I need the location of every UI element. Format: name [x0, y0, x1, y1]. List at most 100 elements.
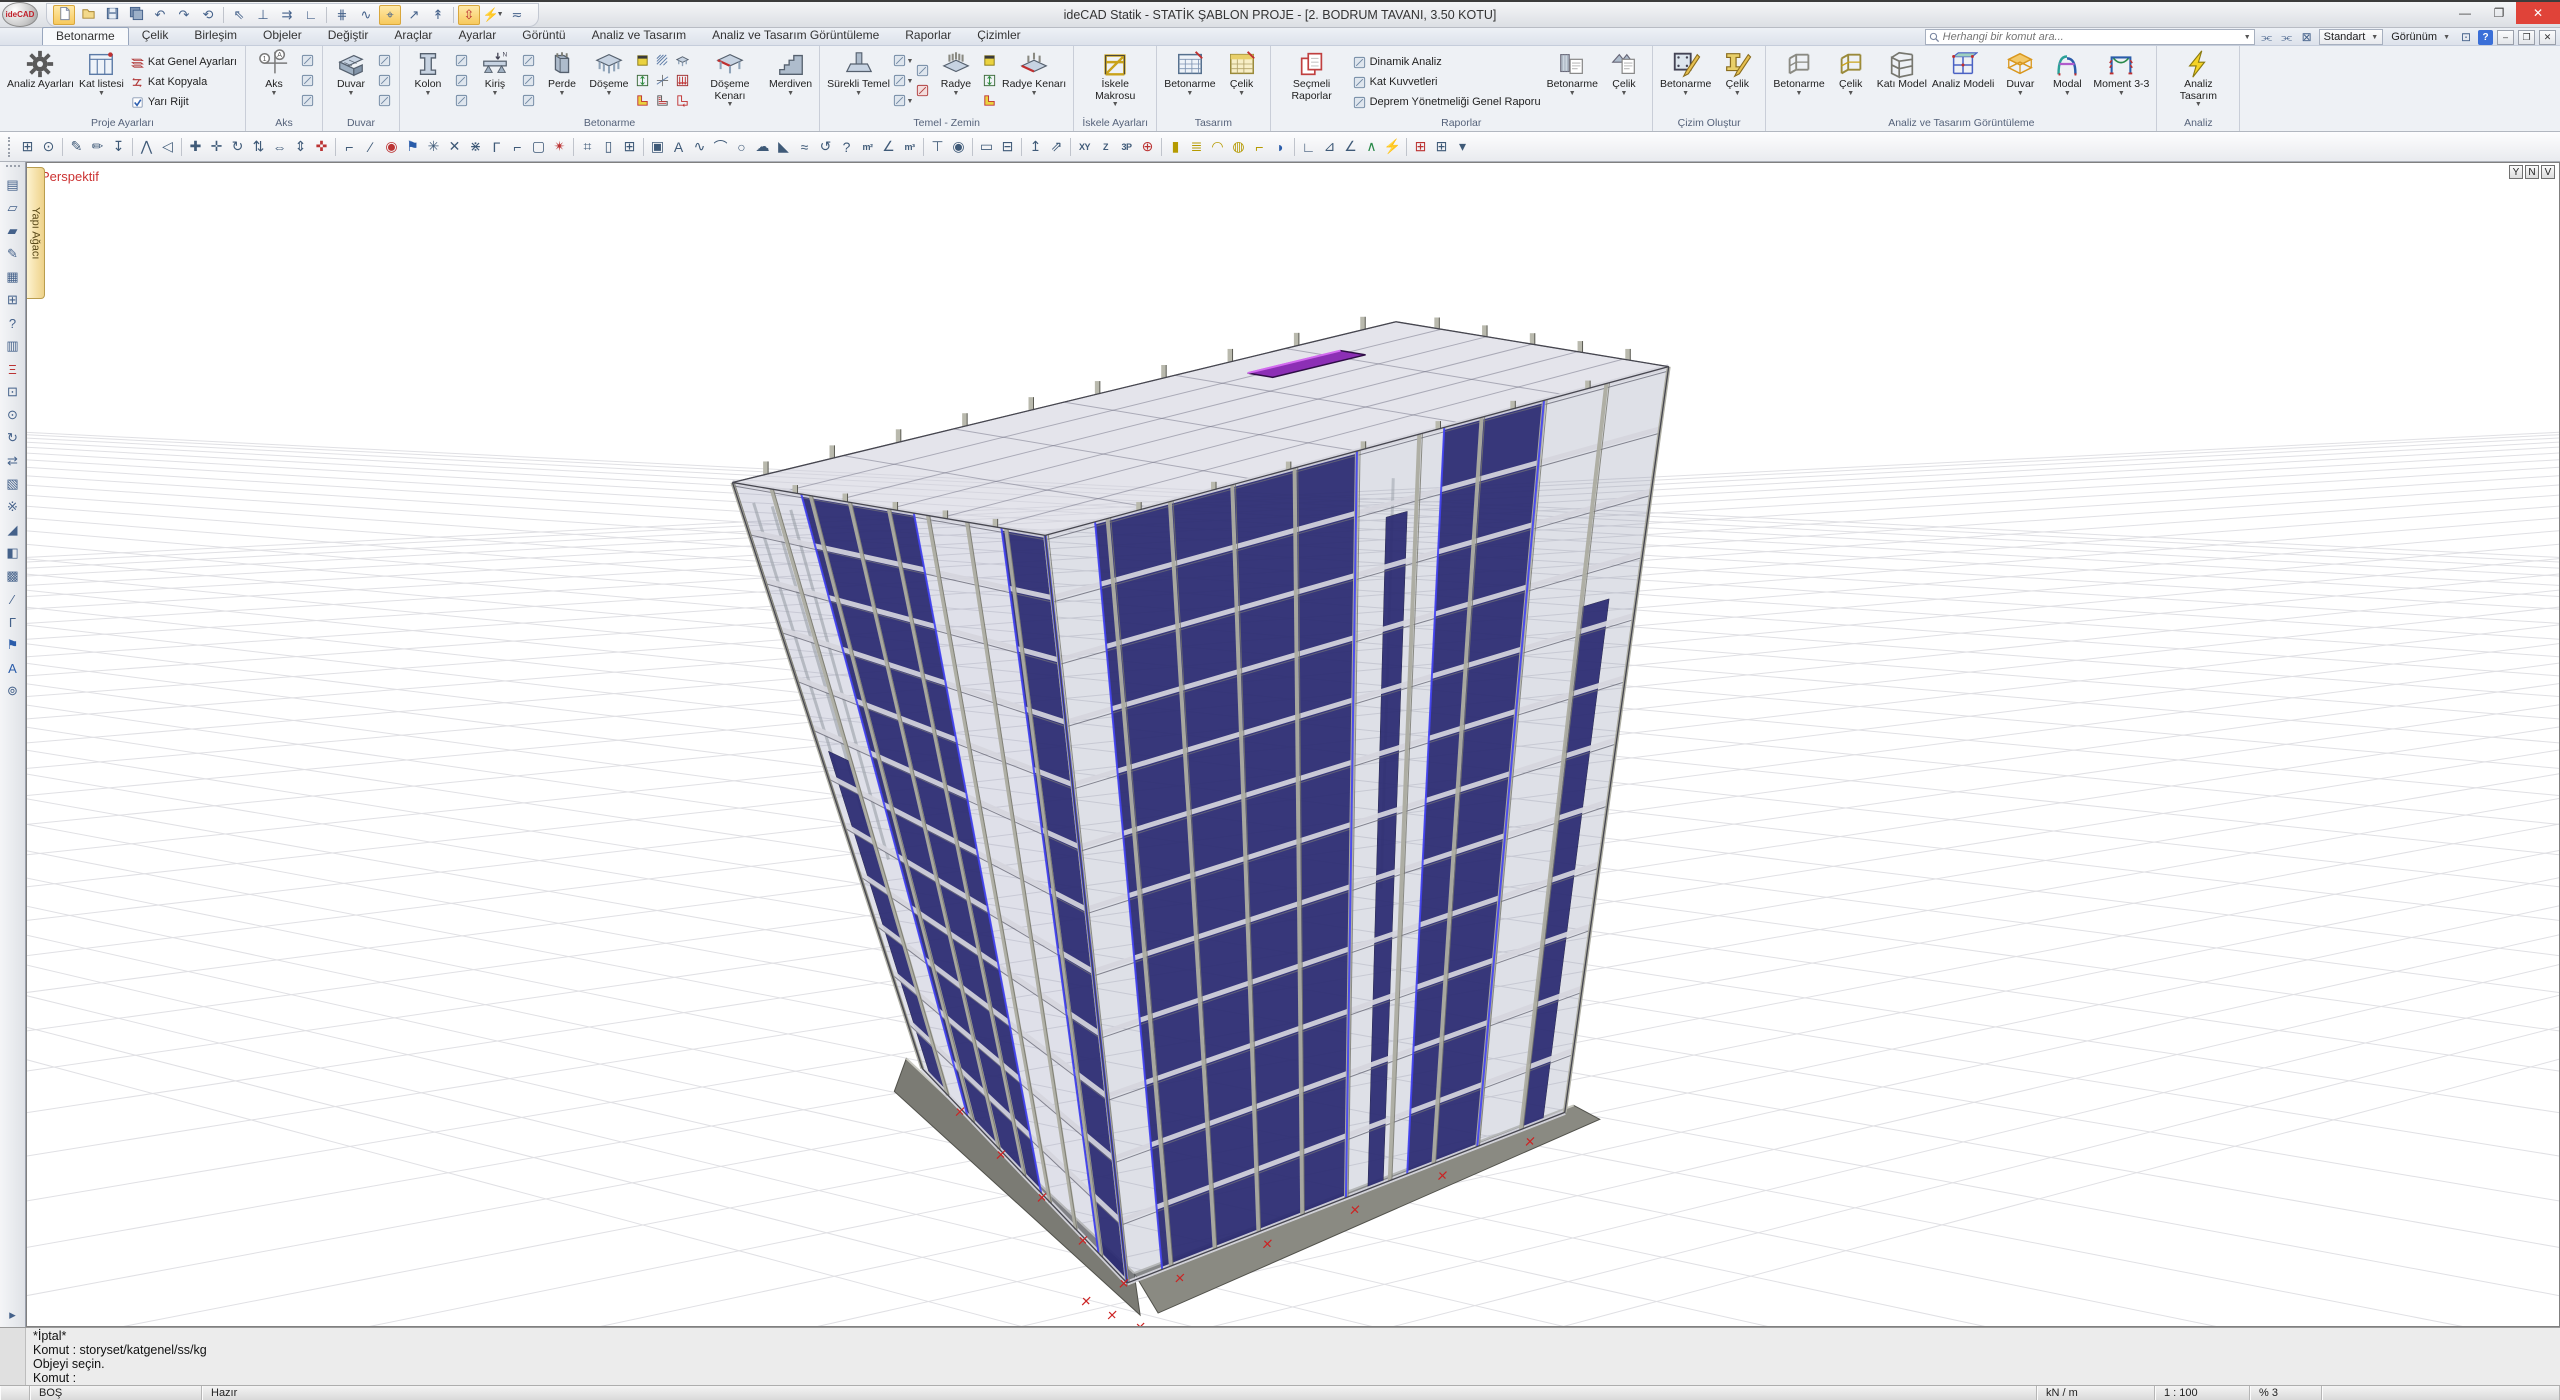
pick-note-tool-button[interactable]: ↧: [108, 135, 129, 159]
diagonal-tool-button[interactable]: ∕: [2, 588, 24, 610]
snap-parallel-button[interactable]: ⇉: [276, 5, 298, 25]
capital-column-button[interactable]: [452, 93, 471, 112]
save-all-button[interactable]: [125, 5, 147, 25]
break-tool-button[interactable]: ✕: [444, 135, 465, 159]
mat-span-button[interactable]: [980, 73, 999, 92]
query-measure-button[interactable]: ?: [2, 312, 24, 334]
curve-tool-button[interactable]: ∧: [1361, 135, 1382, 159]
tab-analiz-ve-tasar-m-g-r-nt-leme[interactable]: Analiz ve Tasarım Görüntüleme: [699, 27, 892, 45]
find-objects-button[interactable]: ⊚: [2, 680, 24, 702]
secmeli-raporlar-button[interactable]: Seçmeli Raporlar: [1276, 48, 1348, 116]
tasarim-betonarme-button[interactable]: Betonarme▼: [1162, 48, 1217, 116]
measure-tool-button[interactable]: ✎: [66, 135, 87, 159]
ucs-move-tool-button[interactable]: ↥: [1025, 135, 1046, 159]
iskele-makrosu-button[interactable]: İskele Makrosu▼: [1079, 48, 1151, 116]
duvar-button[interactable]: Duvar▼: [328, 48, 374, 116]
open-file-button[interactable]: [77, 5, 99, 25]
slope-tool-button[interactable]: ◢: [2, 519, 24, 541]
new-file-button[interactable]: [53, 5, 75, 25]
modal-button[interactable]: Modal▼: [2044, 48, 2090, 116]
snap-ortho-button[interactable]: ∟: [300, 5, 322, 25]
slab-canopy-button[interactable]: [673, 52, 692, 71]
goruntule-celik-button[interactable]: Çelik▼: [1828, 48, 1874, 116]
arc-orient-tool-button[interactable]: ◁: [157, 135, 178, 159]
angle-tool-button[interactable]: ∠: [878, 135, 899, 159]
arc-axis-button[interactable]: [298, 53, 317, 72]
snap-perpendicular-button[interactable]: ⊥: [252, 5, 274, 25]
l-footing-button[interactable]: [913, 63, 932, 82]
trim-tool-button[interactable]: ⌐: [339, 135, 360, 159]
compass-tool-button[interactable]: ⋀: [136, 135, 157, 159]
tasarim-celik-button[interactable]: Çelik▼: [1219, 48, 1265, 116]
analysis-run-tool-button[interactable]: ⚡: [1382, 135, 1403, 159]
rotate-tool-button[interactable]: ↻: [227, 135, 248, 159]
coord-origin-tool-button[interactable]: ⊕: [1137, 135, 1158, 159]
table-select-button[interactable]: ⊞: [2, 289, 24, 311]
arc-tool-button[interactable]: ⌒: [710, 135, 731, 159]
quick-analysis-button[interactable]: ⚡▼: [482, 5, 504, 25]
pile-foundation-button[interactable]: ▼: [893, 73, 912, 92]
coord-z-tool-button[interactable]: Z: [1095, 135, 1116, 159]
align-tool-button[interactable]: ⇅: [248, 135, 269, 159]
section-copy-button[interactable]: Ξ: [2, 358, 24, 380]
report-view-button[interactable]: ▥: [2, 335, 24, 357]
show-domes-tool-button[interactable]: ◠: [1207, 135, 1228, 159]
slab-span-button[interactable]: [633, 72, 652, 91]
line-axis-button[interactable]: [298, 93, 317, 112]
slab-display-button[interactable]: ▩: [2, 565, 24, 587]
table-tool-button[interactable]: ⊞: [1431, 135, 1452, 159]
slab-drop-button[interactable]: [673, 92, 692, 111]
query-tool-button[interactable]: ?: [836, 135, 857, 159]
show-corners-tool-button[interactable]: ⌐: [1249, 135, 1270, 159]
object-properties-button[interactable]: ▤: [2, 174, 24, 196]
lefttoolbar-expand-button[interactable]: ▸: [2, 1304, 24, 1326]
duvar-goruntule-button[interactable]: Duvar▼: [1997, 48, 2043, 116]
intersect-tool-button[interactable]: ⋇: [465, 135, 486, 159]
kat-kopyala-button[interactable]: Kat Kopyala: [127, 73, 240, 92]
app-logo[interactable]: ideCAD: [2, 2, 38, 27]
analiz-tasarim-button[interactable]: Analiz Tasarım▼: [2162, 48, 2234, 116]
radye-button[interactable]: Radye▼: [933, 48, 979, 116]
save-button[interactable]: [101, 5, 123, 25]
viewport-y-button[interactable]: Y: [2509, 165, 2523, 179]
surekli-temel-button[interactable]: Sürekli Temel▼: [825, 48, 892, 116]
qat-overflow-button[interactable]: ≂: [506, 5, 528, 25]
tab-birle-im[interactable]: Birleşim: [181, 27, 250, 45]
image-tool-button[interactable]: ▣: [647, 135, 668, 159]
arc-wall-button[interactable]: [375, 73, 394, 92]
doseme-button[interactable]: Döşeme▼: [586, 48, 632, 116]
curve-wall-button[interactable]: [375, 93, 394, 112]
mat-corner-button[interactable]: [980, 93, 999, 112]
camera-view-button[interactable]: ⊙: [2, 404, 24, 426]
cloud-tool-button[interactable]: ☁: [752, 135, 773, 159]
corner-join2-tool-button[interactable]: ⌐: [507, 135, 528, 159]
merdiven-button[interactable]: Merdiven▼: [767, 48, 814, 116]
edit-properties-button[interactable]: ✎: [2, 243, 24, 265]
layer-list-icon[interactable]: ⫘: [2259, 30, 2275, 45]
graph-p-tool-button[interactable]: ⊿: [1319, 135, 1340, 159]
slab-corner-button[interactable]: [633, 92, 652, 111]
volume-tool-button[interactable]: m³: [899, 135, 920, 159]
circle-column-button[interactable]: [452, 53, 471, 72]
grid-tool-button[interactable]: ⊞: [619, 135, 640, 159]
tab--izimler[interactable]: Çizimler: [964, 27, 1033, 45]
help-button[interactable]: ?: [2478, 30, 2493, 45]
viewport-v-button[interactable]: V: [2541, 165, 2555, 179]
tab-raporlar[interactable]: Raporlar: [892, 27, 964, 45]
arc-beam-button[interactable]: [519, 93, 538, 112]
clip-section-button[interactable]: ◧: [2, 542, 24, 564]
mirror-axis-tool-button[interactable]: ⇕: [290, 135, 311, 159]
point-markers-button[interactable]: ※: [2, 496, 24, 518]
snap-path-button[interactable]: ∿: [355, 5, 377, 25]
single-footing-button[interactable]: ▼: [893, 53, 912, 72]
search-dropdown-icon[interactable]: ▼: [2244, 34, 2251, 41]
level-tool-button[interactable]: ⊤: [927, 135, 948, 159]
slab-load-button[interactable]: [673, 72, 692, 91]
text-tool-button[interactable]: A: [668, 135, 689, 159]
auto-label-button[interactable]: A: [2, 657, 24, 679]
copy-objects-button[interactable]: ⊡: [2, 381, 24, 403]
toolbar-overflow-button[interactable]: ▾: [1452, 135, 1473, 159]
tab-objeler[interactable]: Objeler: [250, 27, 315, 45]
paint-tool-button[interactable]: ⚑: [402, 135, 423, 159]
rapor-betonarme-button[interactable]: Betonarme▼: [1545, 48, 1600, 116]
